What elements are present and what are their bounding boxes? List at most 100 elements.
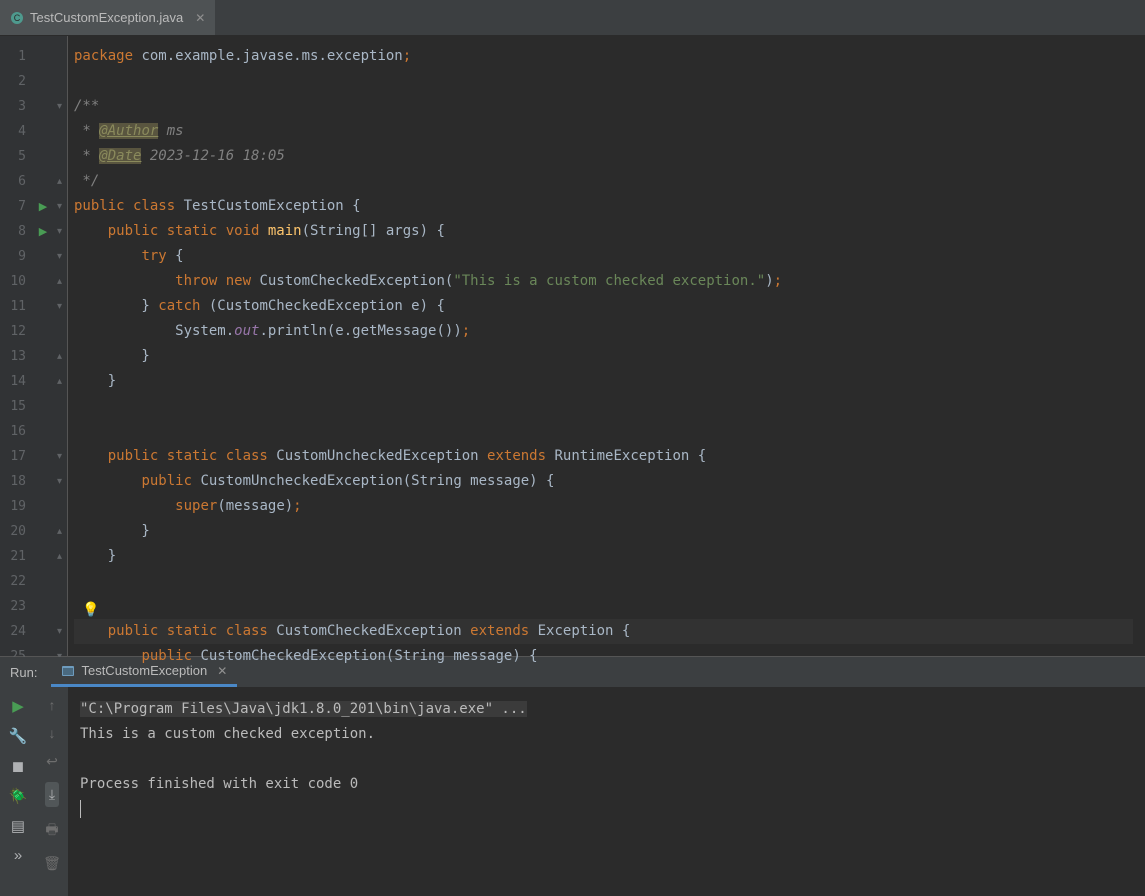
line-number[interactable]: 20 — [0, 519, 34, 544]
gutter-slot — [34, 519, 52, 544]
line-number[interactable]: 15 — [0, 394, 34, 419]
code-line[interactable]: public class TestCustomException { — [74, 194, 1133, 219]
code-line[interactable]: /** — [74, 94, 1133, 119]
code-line[interactable]: public CustomCheckedException(String mes… — [74, 644, 1133, 669]
layout-icon[interactable]: ▤ — [11, 817, 25, 835]
line-number[interactable]: 8 — [0, 219, 34, 244]
code-line[interactable]: throw new CustomCheckedException("This i… — [74, 269, 1133, 294]
fold-slot: ▾ — [52, 294, 67, 319]
code-line[interactable]: public CustomUncheckedException(String m… — [74, 469, 1133, 494]
code-line[interactable] — [74, 569, 1133, 594]
run-toolbar-arrows: ↑ ↓ ↩ ⤓ 🖶 🗑 — [36, 687, 68, 896]
line-number[interactable]: 24 — [0, 619, 34, 644]
file-tab[interactable]: C TestCustomException.java ✕ — [0, 0, 215, 35]
scroll-to-end-icon[interactable]: ⤓ — [45, 782, 59, 807]
fold-slot: ▴ — [52, 269, 67, 294]
run-gutter-icon[interactable]: ▶ — [39, 200, 47, 213]
line-number[interactable]: 21 — [0, 544, 34, 569]
down-arrow-icon[interactable]: ↓ — [49, 725, 56, 741]
line-number-gutter[interactable]: 1234567891011121314151617181920212223242… — [0, 36, 34, 656]
code-line[interactable]: } — [74, 519, 1133, 544]
code-line[interactable]: package com.example.javase.ms.exception; — [74, 44, 1133, 69]
code-line[interactable]: } — [74, 344, 1133, 369]
trash-icon[interactable]: 🗑 — [43, 855, 61, 872]
code-line[interactable]: } — [74, 369, 1133, 394]
code-line[interactable]: super(message); — [74, 494, 1133, 519]
editor: 1234567891011121314151617181920212223242… — [0, 36, 1145, 656]
code-line[interactable] — [74, 394, 1133, 419]
fold-icon[interactable]: ▾ — [57, 301, 62, 312]
line-number[interactable]: 9 — [0, 244, 34, 269]
line-number[interactable]: 16 — [0, 419, 34, 444]
rerun-icon[interactable]: ▶ — [12, 697, 24, 715]
fold-icon[interactable]: ▴ — [57, 176, 62, 187]
line-number[interactable]: 10 — [0, 269, 34, 294]
line-number[interactable]: 19 — [0, 494, 34, 519]
fold-slot — [52, 44, 67, 69]
code-line[interactable] — [74, 419, 1133, 444]
line-number[interactable]: 17 — [0, 444, 34, 469]
code-line[interactable]: try { — [74, 244, 1133, 269]
tab-bar: C TestCustomException.java ✕ — [0, 0, 1145, 36]
fold-icon[interactable]: ▾ — [57, 251, 62, 262]
code-area[interactable]: package com.example.javase.ms.exception;… — [68, 36, 1133, 656]
line-number[interactable]: 3 — [0, 94, 34, 119]
line-number[interactable]: 14 — [0, 369, 34, 394]
fold-icon[interactable]: ▾ — [57, 476, 62, 487]
gutter-slot — [34, 69, 52, 94]
more-icon[interactable]: » — [14, 847, 22, 864]
line-number[interactable]: 18 — [0, 469, 34, 494]
code-line[interactable]: public static class CustomUncheckedExcep… — [74, 444, 1133, 469]
code-line[interactable]: } catch (CustomCheckedException e) { — [74, 294, 1133, 319]
line-number[interactable]: 13 — [0, 344, 34, 369]
code-line[interactable]: * @Date 2023-12-16 18:05 — [74, 144, 1133, 169]
line-number[interactable]: 12 — [0, 319, 34, 344]
wrench-icon[interactable]: 🔧 — [9, 727, 28, 745]
scrollbar[interactable] — [1133, 36, 1145, 656]
print-icon[interactable]: 🖶 — [45, 819, 58, 843]
line-number[interactable]: 5 — [0, 144, 34, 169]
gutter-slot — [34, 344, 52, 369]
fold-icon[interactable]: ▾ — [57, 201, 62, 212]
fold-icon[interactable]: ▴ — [57, 351, 62, 362]
code-line[interactable]: } — [74, 544, 1133, 569]
line-number[interactable]: 6 — [0, 169, 34, 194]
up-arrow-icon[interactable]: ↑ — [49, 697, 56, 713]
line-number[interactable]: 23 — [0, 594, 34, 619]
close-icon[interactable]: ✕ — [195, 11, 205, 25]
fold-icon[interactable]: ▴ — [57, 551, 62, 562]
code-line[interactable]: */ — [74, 169, 1133, 194]
line-number[interactable]: 2 — [0, 69, 34, 94]
line-number[interactable]: 1 — [0, 44, 34, 69]
run-toolbar-left: ▶ 🔧 ◼ 🪲 ▤ » — [0, 687, 36, 896]
stop-icon[interactable]: ◼ — [12, 757, 24, 775]
soft-wrap-icon[interactable]: ↩ — [46, 753, 58, 770]
fold-icon[interactable]: ▴ — [57, 376, 62, 387]
line-number[interactable]: 11 — [0, 294, 34, 319]
console-output[interactable]: "C:\Program Files\Java\jdk1.8.0_201\bin\… — [68, 687, 1145, 896]
run-gutter-icon[interactable]: ▶ — [39, 225, 47, 238]
code-line[interactable] — [74, 594, 1133, 619]
line-number[interactable]: 4 — [0, 119, 34, 144]
fold-icon[interactable]: ▾ — [57, 101, 62, 112]
fold-icon[interactable]: ▴ — [57, 526, 62, 537]
code-line[interactable] — [74, 69, 1133, 94]
run-tool-window: Run: TestCustomException ✕ ▶ 🔧 ◼ 🪲 ▤ » ↑… — [0, 656, 1145, 896]
code-line[interactable]: public static class CustomCheckedExcepti… — [74, 619, 1133, 644]
fold-icon[interactable]: ▾ — [57, 626, 62, 637]
bulb-icon[interactable]: 💡 — [82, 598, 99, 623]
fold-slot: ▾ — [52, 619, 67, 644]
gutter-slot — [34, 419, 52, 444]
fold-icon[interactable]: ▴ — [57, 276, 62, 287]
debug-icon[interactable]: 🪲 — [9, 787, 28, 805]
code-line[interactable]: * @Author ms — [74, 119, 1133, 144]
line-number[interactable]: 22 — [0, 569, 34, 594]
code-line[interactable]: System.out.println(e.getMessage()); — [74, 319, 1133, 344]
fold-icon[interactable]: ▾ — [57, 226, 62, 237]
fold-icon[interactable]: ▾ — [57, 451, 62, 462]
code-line[interactable]: public static void main(String[] args) { — [74, 219, 1133, 244]
gutter-slot — [34, 169, 52, 194]
fold-slot — [52, 394, 67, 419]
line-number[interactable]: 7 — [0, 194, 34, 219]
gutter-slot — [34, 619, 52, 644]
